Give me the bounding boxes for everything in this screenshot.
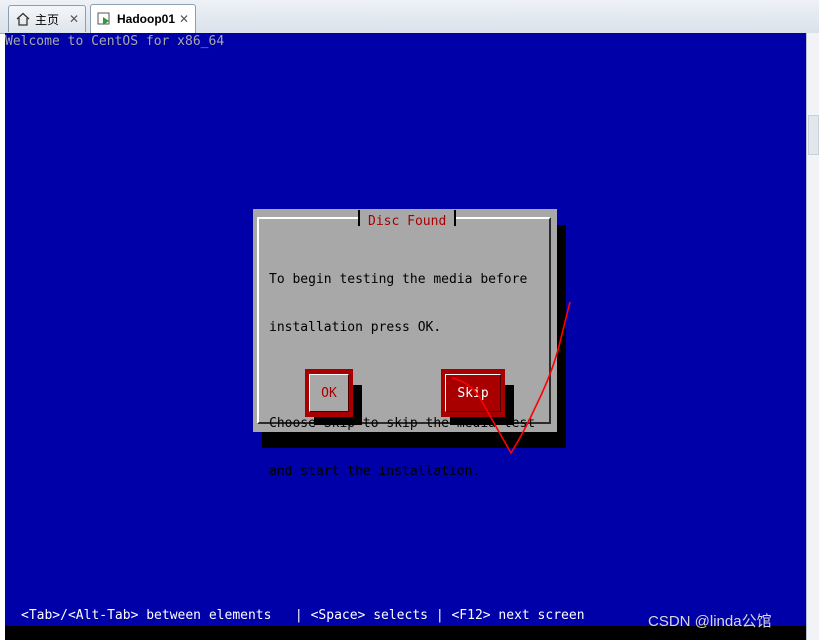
- red-checkmark-annotation: [451, 301, 571, 455]
- watermark: CSDN @linda公馆: [648, 613, 772, 630]
